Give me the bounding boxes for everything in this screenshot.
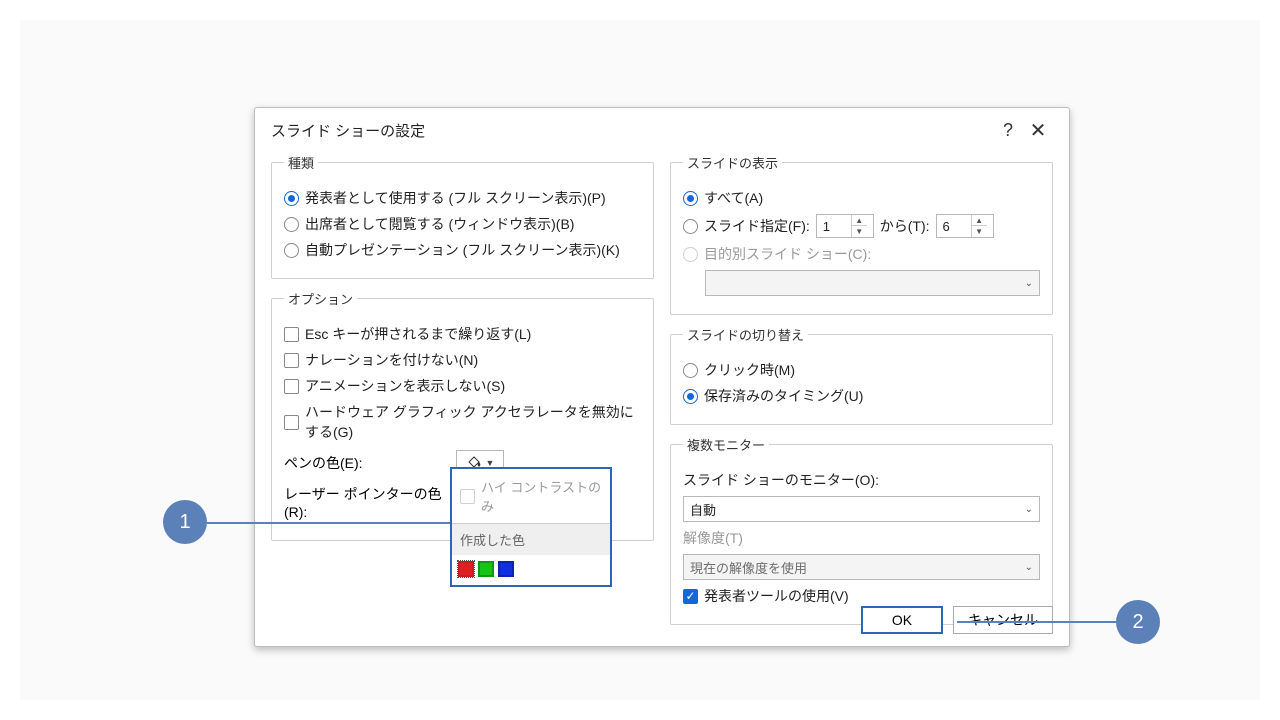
radio-all-slides[interactable]: すべて(A) xyxy=(683,188,1040,208)
advance-legend: スライドの切り替え xyxy=(683,325,808,344)
laser-color-label: レーザー ポインターの色(R): xyxy=(284,484,444,520)
select-value: 自動 xyxy=(690,500,716,519)
from-value: 1 xyxy=(817,219,845,234)
radio-manual[interactable]: クリック時(M) xyxy=(683,360,1040,380)
radio-icon xyxy=(683,363,698,378)
pen-color-label: ペンの色(E): xyxy=(284,453,444,473)
checkbox-icon xyxy=(284,379,299,394)
dialog-footer: OK キャンセル xyxy=(861,606,1053,634)
recent-colors-header: 作成した色 xyxy=(452,524,610,555)
radio-presenter[interactable]: 発表者として使用する (フル スクリーン表示)(P) xyxy=(284,188,641,208)
checkbox-narration[interactable]: ナレーションを付けない(N) xyxy=(284,350,641,370)
checkbox-label: Esc キーが押されるまで繰り返す(L) xyxy=(305,324,531,344)
slideshow-settings-dialog: スライド ショーの設定 ? ✕ 種類 発表者として使用する (フル スクリーン表… xyxy=(254,107,1070,647)
spinner-down-icon[interactable]: ▼ xyxy=(851,226,867,237)
select-value: 現在の解像度を使用 xyxy=(690,558,807,577)
radio-icon xyxy=(284,217,299,232)
spinner-up-icon[interactable]: ▲ xyxy=(971,215,987,226)
checkbox-icon xyxy=(284,415,299,430)
checkbox-label: アニメーションを表示しない(S) xyxy=(305,376,505,396)
checkbox-label: ナレーションを付けない(N) xyxy=(305,350,478,370)
recent-colors xyxy=(452,555,610,585)
swatch-blue[interactable] xyxy=(498,561,514,577)
close-icon[interactable]: ✕ xyxy=(1023,118,1053,143)
checkbox-presenter-view[interactable]: 発表者ツールの使用(V) xyxy=(683,586,1040,606)
radio-icon xyxy=(284,191,299,206)
radio-label: 自動プレゼンテーション (フル スクリーン表示)(K) xyxy=(305,240,620,260)
radio-slide-range[interactable]: スライド指定(F): 1 ▲▼ から(T): 6 ▲▼ xyxy=(683,214,1040,238)
checkbox-label: ハードウェア グラフィック アクセラレータを無効にする(G) xyxy=(305,402,641,442)
dialog-title: スライド ショーの設定 xyxy=(271,120,425,141)
callout-badge-2: 2 xyxy=(1116,600,1160,644)
from-spinner[interactable]: 1 ▲▼ xyxy=(816,214,874,238)
cancel-button[interactable]: キャンセル xyxy=(953,606,1053,634)
swatch-red[interactable] xyxy=(458,561,474,577)
checkbox-icon xyxy=(284,327,299,342)
monitor-legend: 複数モニター xyxy=(683,435,769,454)
radio-custom-show: 目的別スライド ショー(C): xyxy=(683,244,1040,264)
checkbox-icon xyxy=(683,589,698,604)
titlebar: スライド ショーの設定 ? ✕ xyxy=(255,108,1069,147)
chevron-down-icon: ⌄ xyxy=(1025,504,1033,515)
show-type-group: 種類 発表者として使用する (フル スクリーン表示)(P) 出席者として閲覧する… xyxy=(271,153,654,279)
advance-group: スライドの切り替え クリック時(M) 保存済みのタイミング(U) xyxy=(670,325,1053,425)
ok-button[interactable]: OK xyxy=(861,606,943,634)
radio-browsed[interactable]: 出席者として閲覧する (ウィンドウ表示)(B) xyxy=(284,214,641,234)
show-type-legend: 種類 xyxy=(284,153,318,172)
high-contrast-row[interactable]: ハイ コントラストのみ xyxy=(452,469,610,524)
callout-badge-1: 1 xyxy=(163,500,207,544)
monitor-group: 複数モニター スライド ショーのモニター(O): 自動 ⌄ 解像度(T) 現在の… xyxy=(670,435,1053,625)
paint-bucket-icon xyxy=(466,454,482,468)
show-slides-legend: スライドの表示 xyxy=(683,153,782,172)
checkbox-loop[interactable]: Esc キーが押されるまで繰り返す(L) xyxy=(284,324,641,344)
callout-leader-1 xyxy=(207,522,450,524)
monitor-select[interactable]: 自動 ⌄ xyxy=(683,496,1040,522)
to-value: 6 xyxy=(937,219,965,234)
radio-label: すべて(A) xyxy=(704,188,763,208)
radio-label: 保存済みのタイミング(U) xyxy=(704,386,863,406)
radio-kiosk[interactable]: 自動プレゼンテーション (フル スクリーン表示)(K) xyxy=(284,240,641,260)
radio-label: スライド指定(F): xyxy=(704,216,810,236)
to-label: から(T): xyxy=(880,216,930,236)
checkbox-label: 発表者ツールの使用(V) xyxy=(704,586,849,606)
radio-icon xyxy=(683,191,698,206)
spinner-up-icon[interactable]: ▲ xyxy=(851,215,867,226)
show-slides-group: スライドの表示 すべて(A) スライド指定(F): 1 ▲▼ から(T): xyxy=(670,153,1053,315)
radio-label: 発表者として使用する (フル スクリーン表示)(P) xyxy=(305,188,606,208)
laser-color-popover: ハイ コントラストのみ 作成した色 xyxy=(450,467,612,587)
to-spinner[interactable]: 6 ▲▼ xyxy=(936,214,994,238)
resolution-label: 解像度(T) xyxy=(683,528,743,548)
swatch-green[interactable] xyxy=(478,561,494,577)
checkbox-icon xyxy=(284,353,299,368)
chevron-down-icon: ⌄ xyxy=(1025,562,1033,573)
checkbox-icon xyxy=(460,489,475,504)
radio-icon xyxy=(683,247,698,262)
radio-label: 出席者として閲覧する (ウィンドウ表示)(B) xyxy=(305,214,574,234)
spinner-down-icon[interactable]: ▼ xyxy=(971,226,987,237)
callout-leader-2 xyxy=(957,621,1116,623)
radio-icon xyxy=(284,243,299,258)
chevron-down-icon: ⌄ xyxy=(1025,278,1033,289)
radio-label: 目的別スライド ショー(C): xyxy=(704,244,871,264)
radio-icon xyxy=(683,219,698,234)
options-legend: オプション xyxy=(284,289,357,308)
monitor-label: スライド ショーのモニター(O): xyxy=(683,470,879,490)
radio-label: クリック時(M) xyxy=(704,360,795,380)
checkbox-animation[interactable]: アニメーションを表示しない(S) xyxy=(284,376,641,396)
radio-timing[interactable]: 保存済みのタイミング(U) xyxy=(683,386,1040,406)
high-contrast-label: ハイ コントラストのみ xyxy=(481,477,602,515)
help-icon[interactable]: ? xyxy=(993,120,1023,141)
radio-icon xyxy=(683,389,698,404)
custom-show-select: ⌄ xyxy=(705,270,1040,296)
resolution-select: 現在の解像度を使用 ⌄ xyxy=(683,554,1040,580)
checkbox-hwaccel[interactable]: ハードウェア グラフィック アクセラレータを無効にする(G) xyxy=(284,402,641,442)
